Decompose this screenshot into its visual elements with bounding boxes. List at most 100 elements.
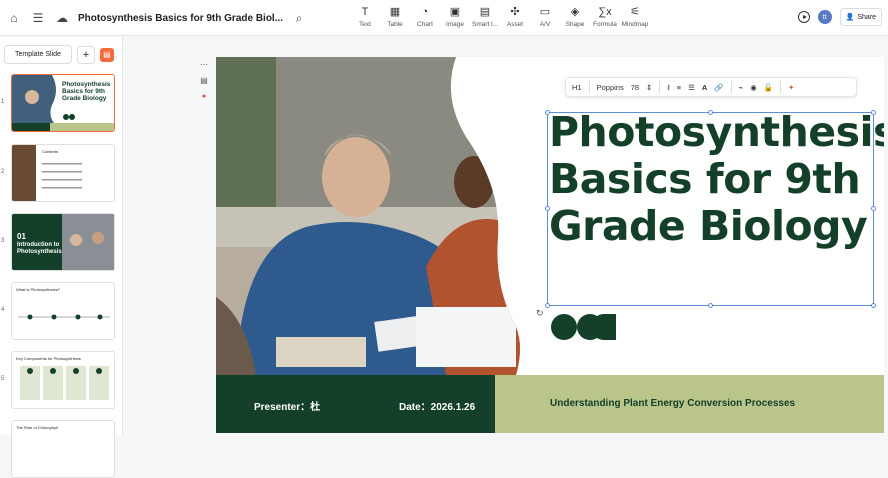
text-color-icon[interactable]: A: [702, 83, 707, 92]
cloud-icon: ☁: [56, 11, 68, 25]
tool-av[interactable]: ▭ A/V: [530, 6, 560, 28]
slide-number: 3: [1, 238, 5, 244]
tool-image[interactable]: ▣ Image: [440, 6, 470, 28]
ai-sparkle-icon[interactable]: ✦: [201, 92, 208, 101]
insert-toolbar: T Text ▦ Table ◔ Chart ▣ Image ▤ Smart l... ✣ Asset…: [350, 6, 650, 28]
tool-label: Chart: [417, 21, 433, 28]
footer-light-panel: Understanding Plant Energy Conversion Pr…: [495, 375, 884, 433]
slide-thumbnail-5[interactable]: Key Components for Photosynthesis: [11, 351, 115, 409]
person-icon: 👤: [845, 14, 855, 21]
resize-handle[interactable]: [871, 303, 876, 308]
home-icon[interactable]: ⌂: [6, 10, 22, 26]
animation-icon[interactable]: ◉: [750, 83, 757, 92]
share-button[interactable]: 👤 Share: [839, 8, 882, 26]
slide-number: 1: [1, 99, 5, 105]
slide-footer: Presenter：杜 Date：2026.1.26 Understanding…: [216, 375, 884, 433]
slide-thumbnail-row[interactable]: 5 Key Components for Photosynthesis: [0, 351, 123, 409]
slide-thumbnails-panel: Template Slide + ▤ 1 Photosynthesis Basi…: [0, 37, 123, 478]
slide-thumbnail-row[interactable]: The Role of Chlorophyll: [0, 420, 123, 478]
slide-subtitle[interactable]: Understanding Plant Energy Conversion Pr…: [550, 398, 795, 409]
resize-handle[interactable]: [545, 303, 550, 308]
tool-text[interactable]: T Text: [350, 6, 380, 28]
slide-thumbnail-4[interactable]: What is Photosynthesis?: [11, 282, 115, 340]
slide-number: 5: [1, 376, 5, 382]
thumbnail-2-art: [12, 145, 82, 201]
date-text[interactable]: Date：2026.1.26: [399, 398, 475, 413]
slide-thumbnail-3[interactable]: 01 Introduction to Photosynthesis: [11, 213, 115, 271]
search-icon[interactable]: ⌕: [291, 10, 307, 26]
tool-smart-layout[interactable]: ▤ Smart l...: [470, 6, 500, 28]
slide-canvas[interactable]: H1 Poppins 78 ⇕ ℓ ≡ ☰ A 🔗 ⌁ ◉ 🔓 ✦ Photos…: [216, 57, 884, 433]
footer-dark-panel: Presenter：杜 Date：2026.1.26: [216, 375, 495, 433]
slide-thumbnail-6[interactable]: The Role of Chlorophyll: [11, 420, 115, 478]
slide-thumbnail-2[interactable]: Contents: [11, 144, 115, 202]
layout-icon[interactable]: ▤: [200, 76, 208, 85]
sidebar-header: Template Slide + ▤: [4, 45, 114, 64]
template-slide-button[interactable]: Template Slide: [4, 45, 72, 64]
formula-icon: ∑x: [598, 6, 612, 18]
heading-level-select[interactable]: H1: [572, 83, 582, 92]
divider: [730, 81, 732, 93]
tool-label: Table: [387, 21, 403, 28]
thumbnail-4-heading: What is Photosynthesis?: [16, 287, 60, 292]
present-play-icon[interactable]: [797, 11, 810, 23]
divider: [659, 81, 661, 93]
presenter-text[interactable]: Presenter：杜: [254, 398, 320, 413]
link-icon[interactable]: 🔗: [714, 83, 723, 92]
tool-label: Smart l...: [471, 21, 498, 28]
image-icon: ▣: [449, 6, 461, 18]
slide-thumbnail-row[interactable]: 3 01 Introduction to Photosynthesis: [0, 213, 123, 271]
tool-formula[interactable]: ∑x Formula: [590, 6, 620, 28]
italic-style-icon[interactable]: ℓ: [667, 83, 669, 92]
tool-label: Formula: [593, 21, 617, 28]
font-size-input[interactable]: 78: [631, 83, 639, 92]
format-painter-icon[interactable]: ⌁: [739, 83, 744, 92]
ai-assist-icon[interactable]: ✦: [788, 83, 794, 92]
mindmap-icon: ⚟: [630, 6, 640, 18]
lock-icon[interactable]: 🔓: [764, 83, 773, 92]
shape-icon: ◈: [570, 6, 580, 18]
rotate-handle-icon[interactable]: ↻: [536, 308, 544, 319]
line-spacing-icon[interactable]: ☰: [688, 83, 695, 92]
slide-title[interactable]: Photosynthesis Basics for 9th Grade Biol…: [549, 109, 884, 250]
top-bar: ⌂ ☰ ☁ Photosynthesis Basics for 9th Grad…: [0, 0, 888, 36]
slide-library-button[interactable]: ▤: [99, 47, 114, 62]
text-format-toolbar: H1 Poppins 78 ⇕ ℓ ≡ ☰ A 🔗 ⌁ ◉ 🔓 ✦: [565, 77, 857, 97]
asset-icon: ✣: [510, 6, 520, 18]
top-bar-left: ⌂ ☰ ☁ Photosynthesis Basics for 9th Grad…: [6, 0, 307, 36]
slide-thumbnail-1[interactable]: Photosynthesis Basics for 9th Grade Biol…: [11, 74, 115, 132]
chart-icon: ◔: [421, 6, 429, 18]
tool-label: Asset: [506, 21, 524, 28]
thumbnail-1-title: Photosynthesis Basics for 9th Grade Biol…: [62, 81, 111, 102]
tool-mindmap[interactable]: ⚟ Mindmap: [620, 6, 650, 28]
align-center-icon[interactable]: ≡: [677, 83, 681, 92]
slide-thumbnail-row[interactable]: 4 What is Photosynthesis?: [0, 282, 123, 340]
table-icon: ▦: [389, 6, 401, 18]
tool-chart[interactable]: ◔ Chart: [410, 6, 440, 28]
tool-asset[interactable]: ✣ Asset: [500, 6, 530, 28]
share-label: Share: [857, 13, 876, 21]
tool-label: Image: [445, 21, 465, 28]
thumbnail-5-heading: Key Components for Photosynthesis: [16, 356, 81, 361]
tool-table[interactable]: ▦ Table: [380, 6, 410, 28]
more-options-icon[interactable]: ⋯: [200, 60, 208, 69]
text-icon: T: [361, 6, 369, 18]
menu-icon[interactable]: ☰: [30, 10, 46, 26]
thumbnail-3-number: 01: [17, 232, 26, 241]
slide-thumbnail-row[interactable]: 1 Photosynthesis Basics for 9th Grade Bi…: [0, 74, 123, 132]
thumbnail-3-title: Introduction to Photosynthesis: [17, 242, 62, 255]
font-family-select[interactable]: Poppins: [597, 83, 624, 92]
add-slide-button[interactable]: +: [76, 45, 95, 64]
font-size-stepper-icon[interactable]: ⇕: [646, 83, 652, 92]
avatar[interactable]: tt: [817, 10, 832, 24]
slide-number: 2: [1, 169, 5, 175]
thumbnail-2-heading: Contents: [42, 149, 59, 154]
tool-shape[interactable]: ◈ Shape: [560, 6, 590, 28]
document-title[interactable]: Photosynthesis Basics for 9th Grade Biol…: [78, 13, 283, 24]
resize-handle[interactable]: [708, 303, 713, 308]
slide-thumbnail-row[interactable]: 2 Contents: [0, 144, 123, 202]
top-bar-right: tt 👤 Share: [797, 8, 882, 26]
tool-label: Mindmap: [621, 21, 649, 28]
thumbnail-6-heading: The Role of Chlorophyll: [16, 425, 58, 430]
divider: [588, 81, 590, 93]
